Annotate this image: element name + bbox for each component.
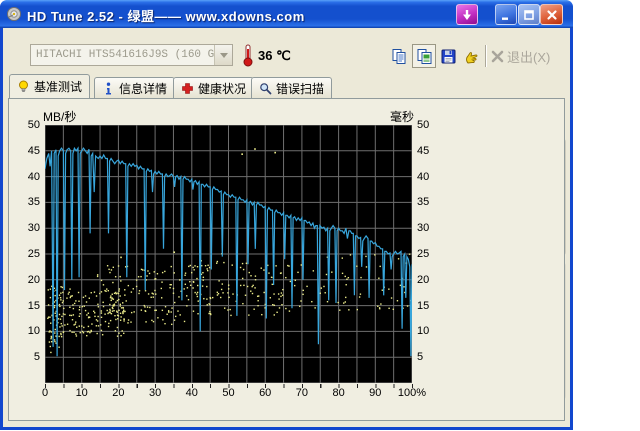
right-axis-tick-labels: 50 45 40 35 30 25 20 15 10 5 — [415, 119, 447, 383]
close-button[interactable] — [540, 4, 563, 25]
y-tick-label: 35 — [417, 196, 430, 209]
y-tick-label: 45 — [27, 144, 40, 157]
tab-health-label: 健康状况 — [198, 81, 247, 96]
drive-select[interactable]: HITACHI HTS541616J9S (160 GB) — [30, 44, 233, 66]
hd-tune-app-icon — [7, 7, 21, 21]
exit-icon — [491, 50, 504, 63]
x-tick-label: 50 — [222, 387, 235, 399]
copy-icon — [392, 48, 405, 64]
x-tick-label: 90 — [369, 387, 382, 399]
x-axis-tick-labels: 0 10 20 30 40 50 60 70 80 90 100% — [42, 387, 426, 401]
maximize-button[interactable] — [518, 4, 540, 25]
tab-info-label: 信息详情 — [119, 81, 168, 96]
dropdown-arrow-icon — [214, 45, 232, 65]
titlebar[interactable]: HD Tune 2.52 - 绿盟—— www.xdowns.com — [0, 0, 573, 28]
y-tick-label: 40 — [417, 170, 430, 183]
x-tick-label: 80 — [332, 387, 345, 399]
y-tick-label: 20 — [27, 273, 40, 286]
tab-health[interactable]: 健康状况 — [173, 77, 255, 98]
y-tick-label: 50 — [27, 119, 40, 131]
left-axis-tick-labels: 50 45 40 35 30 25 20 15 10 5 — [13, 119, 42, 383]
tab-benchmark[interactable]: 基准测试 — [9, 74, 91, 98]
health-cross-icon — [182, 82, 193, 94]
tab-error-scan-label: 错误扫描 — [276, 81, 325, 96]
x-tick-label: 40 — [185, 387, 198, 399]
tab-error-scan[interactable]: 错误扫描 — [251, 77, 333, 98]
copy-screenshot-button[interactable] — [412, 44, 436, 68]
y-tick-label: 50 — [417, 119, 430, 131]
temperature-readout: 36 ℃ — [258, 48, 291, 63]
thermometer-icon — [243, 44, 253, 67]
desktop: HD Tune 2.52 - 绿盟—— www.xdowns.com HITAC… — [0, 0, 640, 431]
x-tick-label: 10 — [75, 387, 88, 399]
y-tick-label: 5 — [33, 351, 40, 364]
benchmark-panel: MB/秒 毫秒 50 45 40 35 30 25 20 15 10 5 50 45 40 35 30 25… — [8, 98, 565, 421]
benchmark-chart — [45, 125, 412, 383]
lightbulb-icon — [19, 80, 28, 92]
close-icon — [546, 9, 557, 20]
copy-button[interactable] — [387, 44, 411, 68]
y-tick-label: 25 — [27, 248, 40, 260]
exit-button[interactable]: 退出(X) — [491, 47, 550, 66]
tab-info[interactable]: 信息详情 — [94, 77, 176, 98]
y-tick-label: 35 — [27, 196, 40, 209]
y-tick-label: 15 — [27, 299, 40, 312]
y-tick-label: 30 — [417, 222, 430, 235]
minimize-icon — [502, 17, 508, 20]
x-tick-label: 20 — [112, 387, 125, 399]
x-tick-label: 100% — [397, 387, 427, 399]
copy-image-icon — [417, 48, 431, 64]
x-tick-label: 60 — [259, 387, 272, 399]
tab-benchmark-label: 基准测试 — [34, 80, 83, 94]
y-tick-label: 10 — [27, 325, 40, 338]
maximize-icon — [524, 9, 534, 20]
y-tick-label: 30 — [27, 222, 40, 235]
info-icon — [106, 82, 111, 94]
y-tick-label: 40 — [27, 170, 40, 183]
exit-label: 退出(X) — [507, 50, 551, 65]
y-tick-label: 15 — [417, 299, 430, 312]
save-button[interactable] — [436, 44, 460, 68]
magnifier-icon — [260, 82, 272, 94]
minimize-button[interactable] — [495, 4, 517, 25]
y-tick-label: 25 — [417, 248, 430, 260]
download-button[interactable] — [456, 4, 478, 25]
toolbar-separator — [485, 45, 487, 67]
x-tick-label: 0 — [41, 387, 49, 399]
save-icon — [441, 49, 455, 63]
options-button[interactable] — [459, 44, 483, 68]
y-tick-label: 20 — [417, 273, 430, 286]
options-icon — [465, 51, 477, 63]
right-axis-title: 毫秒 — [390, 110, 415, 124]
down-arrow-icon — [463, 9, 471, 20]
client-area: HITACHI HTS541616J9S (160 GB) 36 ℃ 退出(X)… — [3, 28, 570, 427]
window-title: HD Tune 2.52 - 绿盟—— www.xdowns.com — [27, 9, 305, 24]
x-tick-label: 70 — [295, 387, 309, 399]
x-tick-label: 30 — [148, 387, 162, 399]
y-tick-label: 5 — [417, 351, 424, 364]
drive-select-value: HITACHI HTS541616J9S (160 GB) — [36, 49, 214, 61]
y-tick-label: 10 — [417, 325, 430, 338]
hd-tune-window: HD Tune 2.52 - 绿盟—— www.xdowns.com HITAC… — [0, 0, 573, 430]
left-axis-title: MB/秒 — [43, 110, 77, 124]
y-tick-label: 45 — [417, 144, 430, 157]
